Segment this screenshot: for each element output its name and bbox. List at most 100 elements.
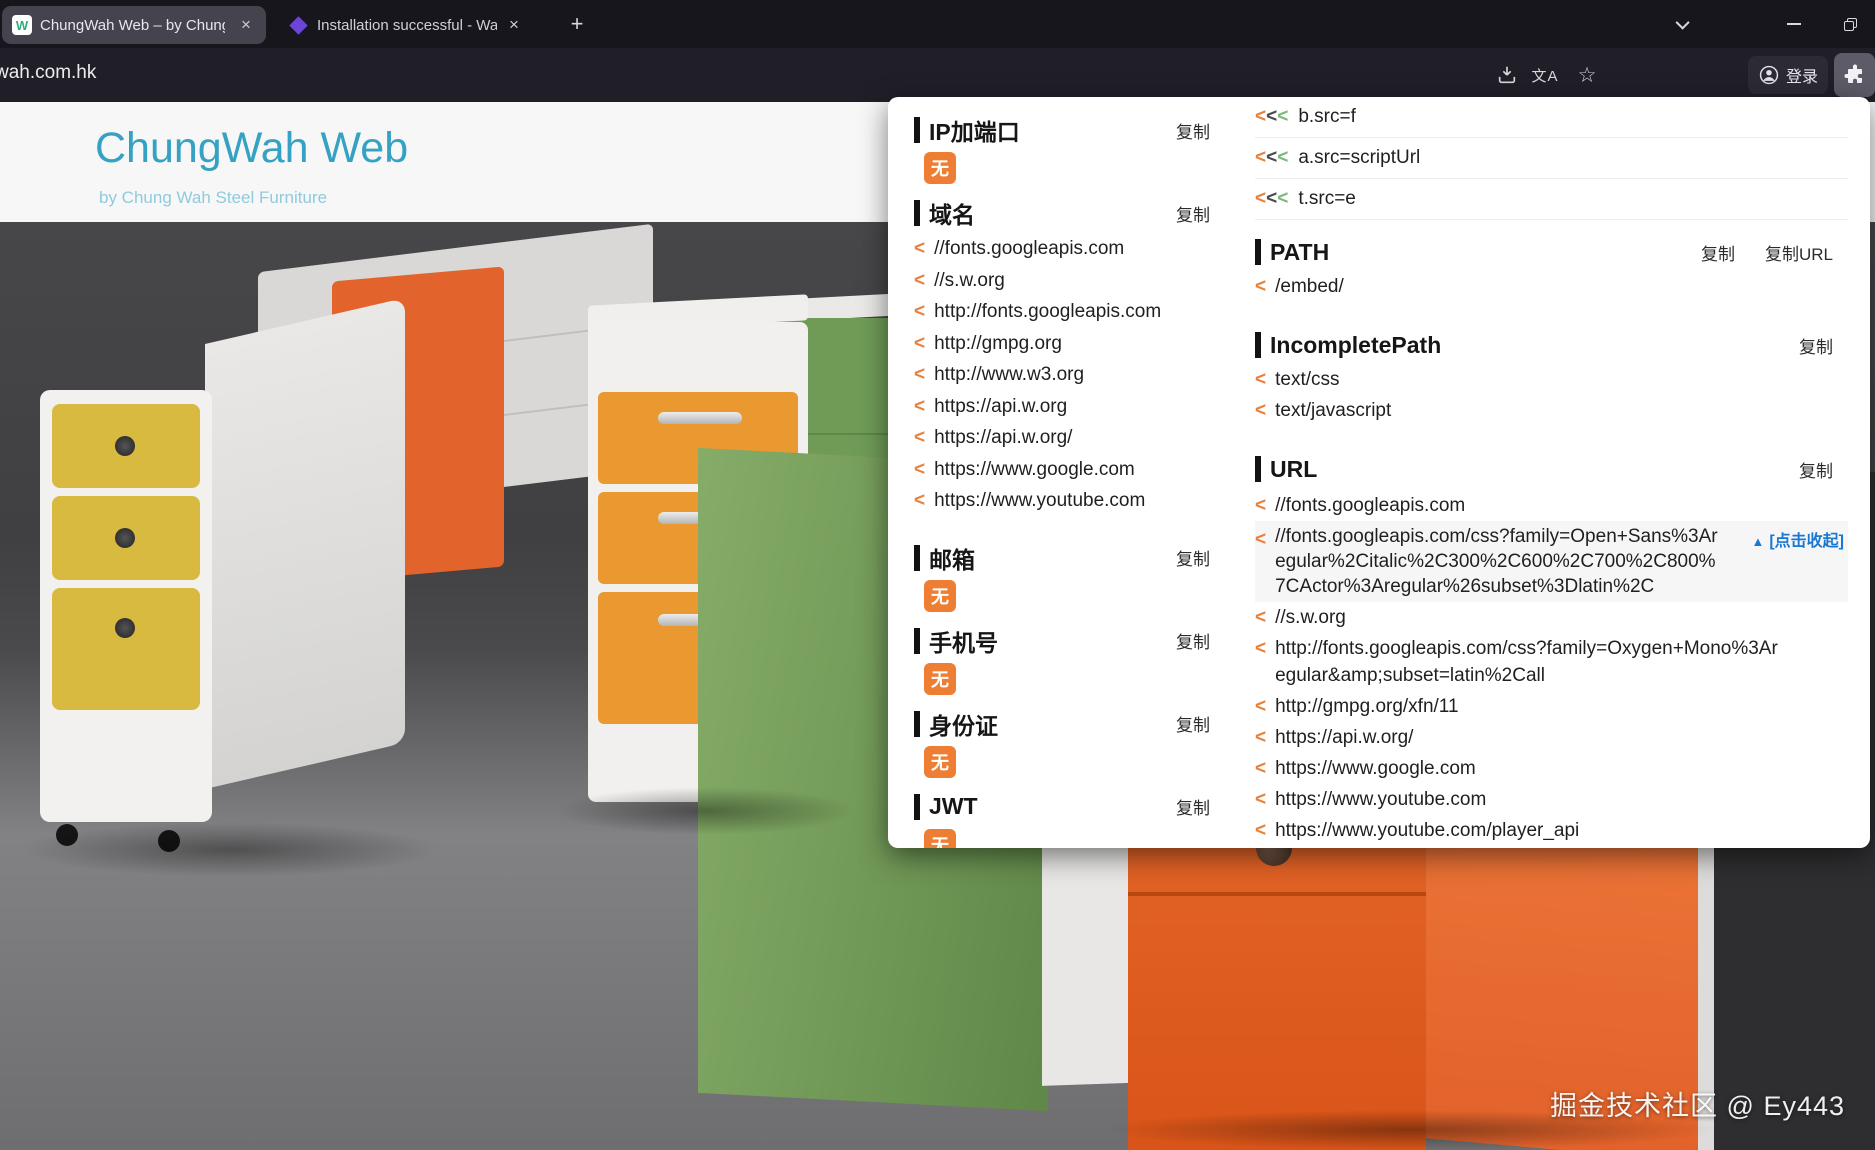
- list-item[interactable]: < http://gmpg.org/xfn/11: [1255, 691, 1848, 722]
- chevron-left-icon: <: [1255, 638, 1267, 659]
- section-bar: [914, 793, 920, 820]
- tab-list-button[interactable]: [1666, 8, 1702, 40]
- copy-button[interactable]: 复制: [1176, 794, 1210, 819]
- list-item[interactable]: < https://www.google.com: [914, 454, 1210, 486]
- section-bar: [1255, 456, 1261, 482]
- url-list: <//fonts.googleapis.com < //fonts.google…: [1255, 490, 1848, 846]
- tab-chungwah[interactable]: W ChungWah Web – by Chung ×: [2, 6, 266, 44]
- list-item[interactable]: < text/css: [1255, 364, 1848, 395]
- path-list: </embed/: [1255, 271, 1848, 302]
- list-item[interactable]: < https://www.youtube.com/player_api: [1255, 815, 1848, 846]
- chevron-left-icon: <: [1277, 147, 1289, 168]
- section-domain: 域名 复制: [914, 198, 1210, 228]
- restore-button[interactable]: [1832, 8, 1868, 40]
- section-path: PATH 复制 复制URL: [1255, 237, 1848, 267]
- chevron-left-icon: <: [1255, 106, 1267, 127]
- tab-wappalyzer[interactable]: Installation successful - Wapp ×: [278, 6, 533, 44]
- chevron-left-icon: <: [1255, 607, 1267, 628]
- list-item[interactable]: <//fonts.googleapis.com: [914, 233, 1210, 265]
- list-item[interactable]: <//s.w.org: [914, 265, 1210, 297]
- script-source-row[interactable]: < < < b.src=f: [1255, 97, 1848, 138]
- chevron-left-icon: <: [1255, 400, 1267, 421]
- extension-popup: IP加端口 复制 无 域名 复制 <//fonts.googleapis.com…: [888, 97, 1870, 848]
- cabinet-yellow: [40, 297, 410, 862]
- section-bar: [914, 627, 920, 654]
- list-item[interactable]: < http://fonts.googleapis.com: [914, 296, 1210, 328]
- copy-button[interactable]: 复制: [1176, 711, 1210, 736]
- translate-icon[interactable]: 文A: [1530, 61, 1560, 89]
- list-item[interactable]: <//s.w.org: [1255, 602, 1848, 633]
- none-badge: 无: [924, 828, 956, 848]
- minimize-button[interactable]: [1776, 8, 1812, 40]
- none-badge: 无: [924, 662, 956, 695]
- list-item[interactable]: < https://www.google.com: [1255, 753, 1848, 784]
- tab-bar: W ChungWah Web – by Chung × Installation…: [0, 0, 1875, 48]
- list-item[interactable]: < http://gmpg.org: [914, 328, 1210, 360]
- chevron-left-icon: <: [1277, 106, 1289, 127]
- list-item[interactable]: < text/javascript: [1255, 395, 1848, 426]
- section-bar: [914, 117, 920, 143]
- list-item[interactable]: < http://www.w3.org: [914, 359, 1210, 391]
- section-title: JWT: [929, 793, 978, 819]
- section-email: 邮箱 复制: [914, 543, 1210, 573]
- chevron-left-icon: <: [1255, 696, 1267, 717]
- list-item[interactable]: < https://www.youtube.com: [914, 485, 1210, 517]
- wappalyzer-favicon-icon: [289, 15, 308, 35]
- section-title: PATH: [1270, 238, 1330, 265]
- tab-close-icon[interactable]: ×: [505, 15, 523, 35]
- tab-title: ChungWah Web – by Chung: [40, 16, 225, 34]
- list-item[interactable]: < https://api.w.org/: [1255, 722, 1848, 753]
- extensions-button[interactable]: [1834, 53, 1875, 97]
- browser-window: W ChungWah Web – by Chung × Installation…: [0, 0, 1875, 1150]
- domain-list: <//fonts.googleapis.com <//s.w.org < http…: [914, 233, 1210, 517]
- copy-button[interactable]: 复制: [1799, 457, 1833, 482]
- list-item[interactable]: </embed/: [1255, 271, 1848, 302]
- none-badge: 无: [924, 745, 956, 778]
- collapse-link[interactable]: ▲ [点击收起]: [1751, 526, 1844, 557]
- list-item[interactable]: < https://api.w.org/: [914, 422, 1210, 454]
- chevron-left-icon: <: [914, 238, 926, 259]
- script-source-row[interactable]: < < < a.src=scriptUrl: [1255, 138, 1848, 179]
- copy-button[interactable]: 复制: [1176, 545, 1210, 570]
- favorite-star-icon[interactable]: ☆: [1572, 61, 1602, 89]
- list-item[interactable]: <//fonts.googleapis.com: [1255, 490, 1848, 521]
- new-tab-button[interactable]: +: [560, 8, 594, 40]
- chevron-left-icon: <: [1255, 727, 1267, 748]
- chevron-left-icon: <: [1255, 495, 1267, 516]
- chevron-left-icon: <: [1255, 820, 1267, 841]
- chevron-left-icon: <: [1255, 147, 1267, 168]
- list-item-expanded[interactable]: < //fonts.googleapis.com/css?family=Open…: [1255, 521, 1848, 602]
- popup-left-column: IP加端口 复制 无 域名 复制 <//fonts.googleapis.com…: [914, 97, 1210, 848]
- chevron-left-icon: <: [914, 269, 926, 291]
- list-item[interactable]: < http://fonts.googleapis.com/css?family=…: [1255, 633, 1848, 691]
- section-title: URL: [1270, 455, 1318, 482]
- section-title: 身份证: [929, 712, 998, 739]
- section-url: URL 复制: [1255, 454, 1848, 484]
- copy-button[interactable]: 复制: [1176, 628, 1210, 653]
- script-source-row[interactable]: < < < t.src=e: [1255, 179, 1848, 220]
- copy-button[interactable]: 复制: [1176, 118, 1210, 143]
- chevron-left-icon: <: [1255, 529, 1267, 550]
- chevron-down-icon: [1675, 15, 1690, 30]
- section-jwt: JWT 复制: [914, 792, 1210, 822]
- tab-close-icon[interactable]: ×: [236, 15, 256, 35]
- section-title: 邮箱: [929, 546, 975, 573]
- copy-button[interactable]: 复制: [1176, 201, 1210, 226]
- section-bar: [1255, 332, 1261, 358]
- download-icon[interactable]: [1492, 61, 1522, 89]
- watermark: 掘金技术社区 @ Ey443: [1550, 1091, 1845, 1121]
- chevron-left-icon: <: [1255, 369, 1267, 390]
- list-item[interactable]: < https://www.youtube.com: [1255, 784, 1848, 815]
- chungwah-favicon-icon: W: [12, 15, 32, 35]
- section-title: 手机号: [929, 629, 998, 656]
- chevron-left-icon: <: [1255, 276, 1267, 297]
- list-item[interactable]: < https://api.w.org: [914, 391, 1210, 423]
- chevron-left-icon: <: [914, 427, 926, 448]
- copy-url-button[interactable]: 复制URL: [1765, 240, 1833, 265]
- copy-button[interactable]: 复制: [1799, 333, 1833, 358]
- address-bar-url[interactable]: wah.com.hk: [0, 62, 96, 84]
- section-bar: [914, 200, 920, 226]
- login-button[interactable]: 登录: [1748, 56, 1828, 94]
- section-title: 域名: [929, 202, 975, 228]
- copy-button[interactable]: 复制: [1701, 240, 1735, 265]
